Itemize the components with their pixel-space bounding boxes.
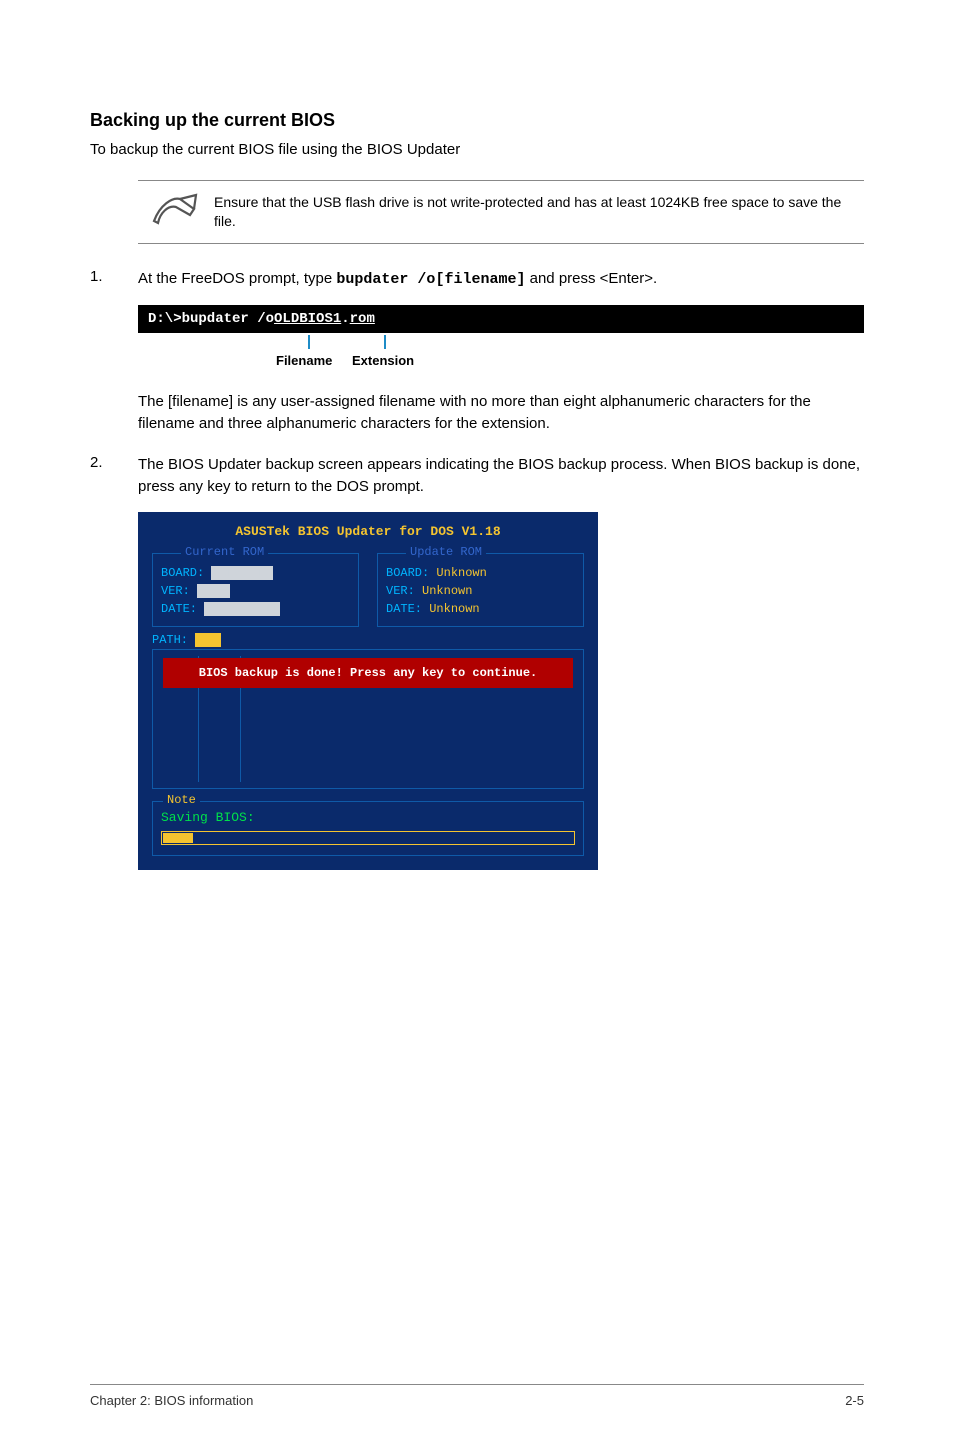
current-rom-box: Current ROM BOARD: P8P67 LX VER: 0303 DA… bbox=[152, 553, 359, 627]
cur-board-lbl: BOARD: bbox=[161, 566, 204, 580]
done-banner: BIOS backup is done! Press any key to co… bbox=[163, 658, 573, 688]
bios-note-box: Note Saving BIOS: bbox=[152, 801, 584, 856]
bios-updater-screen: ASUSTek BIOS Updater for DOS V1.18 Curre… bbox=[138, 512, 598, 870]
current-rom-legend: Current ROM bbox=[181, 545, 268, 559]
cur-date-val: 04/27/2011 bbox=[204, 602, 280, 616]
upd-date-val: Unknown bbox=[429, 602, 479, 616]
path-lbl: PATH: bbox=[152, 633, 188, 647]
cur-ver-val: 0303 bbox=[197, 584, 230, 598]
saving-label: Saving BIOS: bbox=[161, 810, 575, 825]
note-text: Ensure that the USB flash drive is not w… bbox=[214, 191, 864, 231]
upd-board-val: Unknown bbox=[436, 566, 486, 580]
step-body: At the FreeDOS prompt, type bupdater /o[… bbox=[138, 268, 864, 291]
path-val: A:\ bbox=[195, 633, 221, 647]
bios-note-legend: Note bbox=[163, 793, 200, 807]
lead-text: To backup the current BIOS file using th… bbox=[90, 141, 864, 158]
progress-fill bbox=[163, 833, 193, 843]
cur-date-lbl: DATE: bbox=[161, 602, 197, 616]
tick-filename bbox=[308, 335, 310, 349]
prompt: D:\>bupdater /o bbox=[148, 311, 274, 327]
upd-ver-val: Unknown bbox=[422, 584, 472, 598]
footer-right: 2-5 bbox=[845, 1393, 864, 1408]
path-line: PATH: A:\ bbox=[152, 633, 584, 647]
progress-bar bbox=[161, 831, 575, 845]
step1-cmd: bupdater /o[filename] bbox=[336, 271, 525, 288]
label-extension: Extension bbox=[352, 353, 414, 368]
label-filename: Filename bbox=[276, 353, 332, 368]
step-1: 1. At the FreeDOS prompt, type bupdater … bbox=[90, 268, 864, 291]
upd-ver-lbl: VER: bbox=[386, 584, 415, 598]
hand-pen-icon bbox=[138, 191, 214, 231]
footer-left: Chapter 2: BIOS information bbox=[90, 1393, 253, 1408]
console-dot: . bbox=[341, 311, 349, 327]
update-rom-box: Update ROM BOARD: Unknown VER: Unknown D… bbox=[377, 553, 584, 627]
cur-ver-lbl: VER: bbox=[161, 584, 190, 598]
filename-explain: The [filename] is any user-assigned file… bbox=[138, 391, 864, 435]
page-footer: Chapter 2: BIOS information 2-5 bbox=[90, 1384, 864, 1408]
pointer-row: Filename Extension bbox=[138, 335, 864, 377]
step1-pre: At the FreeDOS prompt, type bbox=[138, 270, 336, 287]
console-line: D:\>bupdater /oOLDBIOS1.rom bbox=[138, 305, 864, 333]
upd-board-lbl: BOARD: bbox=[386, 566, 429, 580]
tick-extension bbox=[384, 335, 386, 349]
step1-post: and press <Enter>. bbox=[525, 270, 657, 287]
note-callout: Ensure that the USB flash drive is not w… bbox=[138, 180, 864, 244]
update-rom-legend: Update ROM bbox=[406, 545, 486, 559]
upd-date-lbl: DATE: bbox=[386, 602, 422, 616]
step-number: 2. bbox=[90, 454, 138, 498]
file-area: BIOS backup is done! Press any key to co… bbox=[152, 649, 584, 789]
step-2: 2. The BIOS Updater backup screen appear… bbox=[90, 454, 864, 498]
console-fname: OLDBIOS1 bbox=[274, 311, 341, 327]
step-body: The BIOS Updater backup screen appears i… bbox=[138, 454, 864, 498]
bios-title: ASUSTek BIOS Updater for DOS V1.18 bbox=[152, 524, 584, 539]
section-title: Backing up the current BIOS bbox=[90, 110, 864, 131]
cur-board-val: P8P67 LX bbox=[211, 566, 273, 580]
console-ext: rom bbox=[350, 311, 375, 327]
step-number: 1. bbox=[90, 268, 138, 291]
